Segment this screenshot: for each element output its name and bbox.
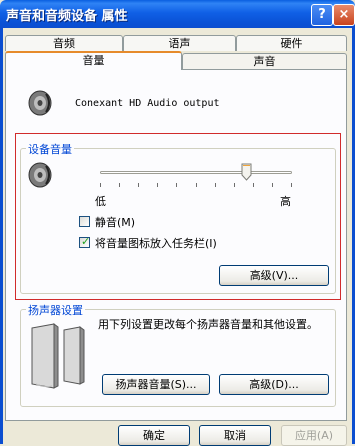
tray-icon-checkbox[interactable]: ✓ [79,235,91,248]
speaker-advanced-button[interactable]: 高级(D)... [219,374,329,395]
tray-icon-label[interactable]: 将音量图标放入任务栏(I) [95,235,217,251]
speaker-description: 用下列设置更改每个扬声器音量和其他设置。 [98,318,318,331]
slider-thumb[interactable] [241,163,252,181]
title-bar[interactable]: 声音和音频设备 属性 ? × [0,0,355,28]
tab-sounds[interactable]: 声音 [182,53,347,69]
slider-tick [157,183,158,187]
slider-tick [215,183,216,187]
apply-button[interactable]: 应用(A) [281,425,347,446]
ok-button[interactable]: 确定 [118,425,190,446]
volume-slider[interactable] [100,163,292,189]
tab-voice[interactable]: 语声 [123,35,236,51]
close-button[interactable]: × [333,4,355,26]
speakers-icon [31,323,85,389]
slider-track [100,171,292,174]
slider-tick [234,183,235,187]
help-button[interactable]: ? [311,4,333,26]
tab-hardware[interactable]: 硬件 [236,35,347,51]
speaker-icon [28,162,52,188]
device-advanced-button[interactable]: 高级(V)... [219,265,329,286]
slider-tick [138,183,139,187]
window-frame-left [0,28,3,444]
slider-max-label: 高 [280,195,291,208]
slider-ticks [100,183,292,188]
speaker-settings-label: 扬声器设置 [26,302,85,318]
tab-volume[interactable]: 音量 [5,51,182,70]
tab-audio[interactable]: 音频 [5,35,123,51]
mute-checkbox[interactable] [79,216,90,227]
slider-tick [253,183,254,187]
cancel-button[interactable]: 取消 [199,425,271,446]
device-name: Conexant HD Audio output [75,98,220,109]
window-title: 声音和音频设备 属性 [6,9,128,24]
slider-tick [176,183,177,187]
slider-min-label: 低 [95,195,106,208]
speaker-volume-button[interactable]: 扬声器音量(S)... [102,374,210,395]
mute-label[interactable]: 静音(M) [95,214,135,230]
slider-tick [291,183,292,187]
check-mark-icon: ✓ [81,235,91,248]
slider-tick [272,183,273,187]
slider-tick [100,183,101,187]
slider-tick [196,183,197,187]
speaker-icon [28,90,52,116]
device-volume-label: 设备音量 [26,141,74,157]
slider-tick [119,183,120,187]
